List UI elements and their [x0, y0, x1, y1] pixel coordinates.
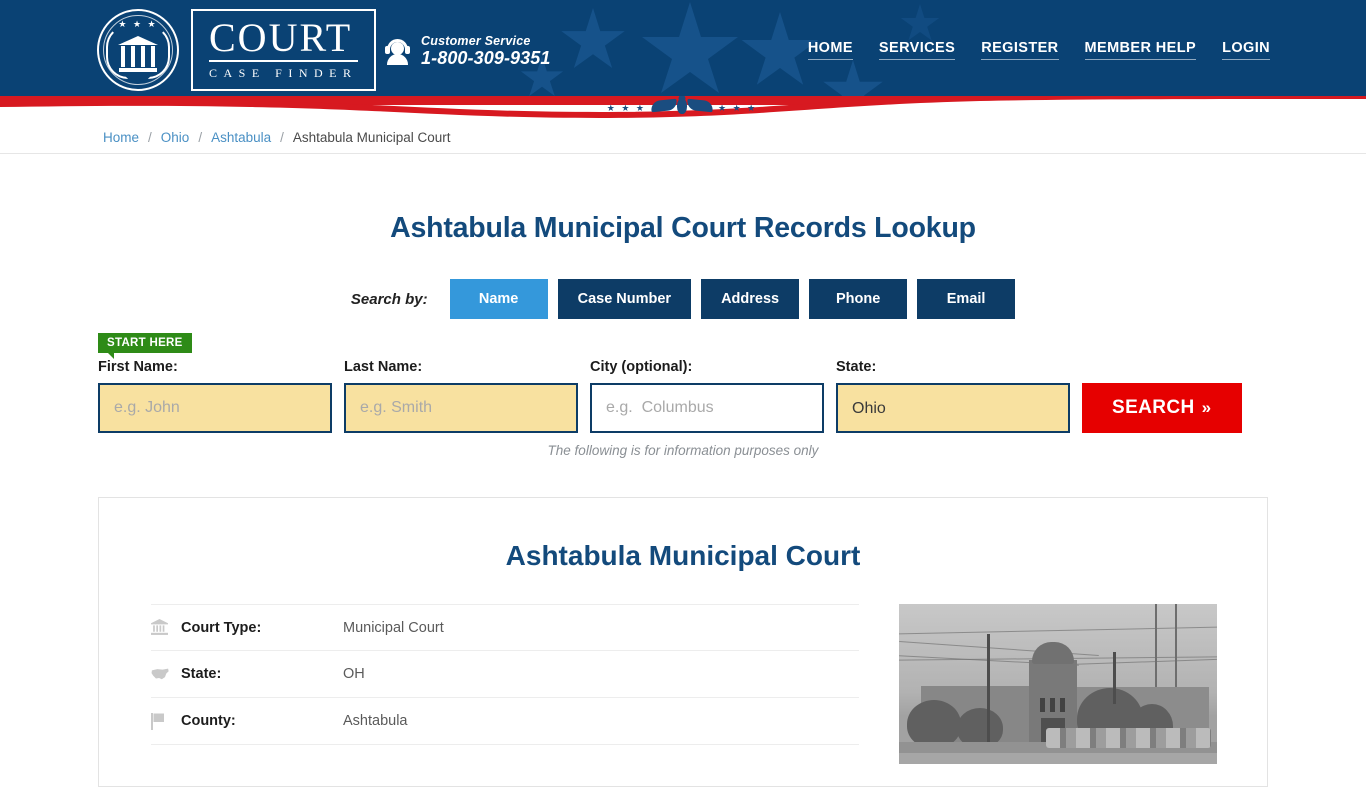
search-button-label: SEARCH — [1112, 397, 1195, 418]
emblem-stars-left: ★ ★ ★ — [607, 104, 646, 113]
search-button[interactable]: SEARCH » — [1082, 383, 1242, 433]
tab-phone[interactable]: Phone — [809, 279, 907, 319]
tab-name[interactable]: Name — [450, 279, 548, 319]
disclaimer-text: The following is for information purpose… — [0, 443, 1366, 458]
court-details-table: Court Type: Municipal Court State: OH — [151, 604, 859, 764]
eagle-icon — [651, 97, 713, 119]
first-name-field-group: First Name: — [98, 359, 332, 433]
court-building-photo — [899, 604, 1217, 764]
breadcrumb-item-home[interactable]: Home — [103, 130, 139, 145]
headset-support-icon — [384, 38, 411, 65]
table-row: State: OH — [151, 651, 859, 698]
row-key: State: — [181, 666, 343, 682]
breadcrumb-separator: / — [280, 130, 284, 145]
breadcrumb: Home / Ohio / Ashtabula / Ashtabula Muni… — [0, 121, 1366, 154]
us-map-icon — [151, 667, 181, 681]
city-field-group: City (optional): — [590, 359, 824, 433]
last-name-field-group: Last Name: — [344, 359, 578, 433]
start-here-badge: START HERE — [98, 333, 192, 353]
row-key: Court Type: — [181, 620, 343, 636]
patriotic-wave-divider: ★ ★ ★ ★ ★ ★ — [0, 96, 1366, 121]
breadcrumb-item-ohio[interactable]: Ohio — [161, 130, 190, 145]
emblem-stars-right: ★ ★ ★ — [718, 104, 757, 113]
tab-email[interactable]: Email — [917, 279, 1015, 319]
row-value: Municipal Court — [343, 620, 444, 636]
nav-item-home[interactable]: HOME — [808, 40, 853, 60]
double-chevron-right-icon: » — [1202, 398, 1212, 417]
search-by-tabs: Search by: Name Case Number Address Phon… — [0, 279, 1366, 319]
city-input[interactable] — [590, 383, 824, 433]
logo-subtitle: CASE FINDER — [209, 62, 358, 81]
court-info-card: Ashtabula Municipal Court Court Type: Mu… — [98, 497, 1268, 787]
logo-wordmark: COURT — [209, 18, 358, 62]
people-search-form: First Name: Last Name: City (optional): … — [98, 359, 1242, 433]
customer-service-phone[interactable]: 1-800-309-9351 — [421, 48, 551, 68]
customer-service-block: Customer Service 1-800-309-9351 — [384, 34, 551, 68]
table-row: Court Type: Municipal Court — [151, 604, 859, 651]
breadcrumb-separator: / — [198, 130, 202, 145]
court-name-title: Ashtabula Municipal Court — [99, 540, 1267, 572]
row-value: Ashtabula — [343, 713, 408, 729]
breadcrumb-item-ashtabula[interactable]: Ashtabula — [211, 130, 271, 145]
site-logo[interactable]: ★ ★ ★ COURT CASE FINDER — [97, 8, 376, 92]
last-name-input[interactable] — [344, 383, 578, 433]
search-by-label: Search by: — [351, 291, 428, 308]
nav-item-services[interactable]: SERVICES — [879, 40, 955, 60]
page-title: Ashtabula Municipal Court Records Lookup — [0, 212, 1366, 245]
state-label: State: — [836, 359, 1070, 375]
court-seal-icon: ★ ★ ★ — [97, 9, 179, 91]
nav-item-register[interactable]: REGISTER — [981, 40, 1058, 60]
breadcrumb-separator: / — [148, 130, 152, 145]
first-name-input[interactable] — [98, 383, 332, 433]
table-row: County: Ashtabula — [151, 698, 859, 745]
main-navigation: HOME SERVICES REGISTER MEMBER HELP LOGIN — [808, 40, 1270, 60]
first-name-label: First Name: — [98, 359, 332, 375]
site-header: ★ ★ ★ COURT CASE FINDER Customer Service… — [0, 0, 1366, 97]
flag-icon — [151, 713, 181, 730]
state-select[interactable]: Ohio — [836, 383, 1070, 433]
row-value: OH — [343, 666, 365, 682]
nav-item-login[interactable]: LOGIN — [1222, 40, 1270, 60]
last-name-label: Last Name: — [344, 359, 578, 375]
breadcrumb-item-current: Ashtabula Municipal Court — [293, 130, 451, 145]
bank-icon — [151, 619, 181, 636]
city-label: City (optional): — [590, 359, 824, 375]
tab-address[interactable]: Address — [701, 279, 799, 319]
seal-stars: ★ ★ ★ — [99, 20, 177, 29]
tab-case-number[interactable]: Case Number — [558, 279, 691, 319]
row-key: County: — [181, 713, 343, 729]
state-field-group: State: Ohio — [836, 359, 1070, 433]
eagle-emblem: ★ ★ ★ ★ ★ ★ — [592, 96, 772, 120]
nav-item-member-help[interactable]: MEMBER HELP — [1085, 40, 1197, 60]
customer-service-label: Customer Service — [421, 34, 551, 48]
